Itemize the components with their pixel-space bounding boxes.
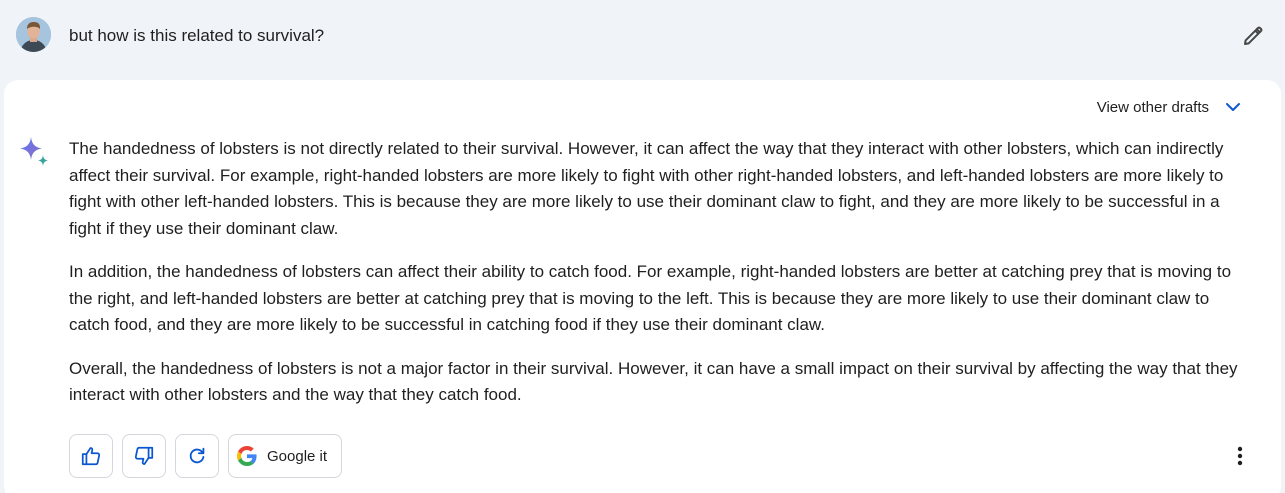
pencil-icon [1244, 26, 1263, 45]
google-it-button[interactable]: Google it [228, 434, 343, 478]
thumbs-up-icon [81, 447, 101, 466]
thumbs-up-button[interactable] [69, 434, 113, 478]
gemini-spark-icon [16, 135, 52, 171]
google-it-label: Google it [267, 447, 328, 465]
more-options-button[interactable] [1226, 438, 1254, 474]
google-g-icon [237, 446, 257, 466]
user-avatar-icon [16, 17, 51, 52]
response-text: The handedness of lobsters is not direct… [69, 136, 1249, 426]
thumbs-down-button[interactable] [122, 434, 166, 478]
edit-prompt-button[interactable] [1237, 20, 1269, 52]
thumbs-down-icon [134, 446, 154, 465]
regenerate-button[interactable] [175, 434, 219, 478]
chat-page: but how is this related to survival? Vie… [0, 0, 1285, 493]
response-actions: Google it [69, 434, 343, 478]
user-avatar [16, 17, 51, 52]
more-vert-icon [1237, 446, 1243, 466]
refresh-icon [189, 447, 205, 464]
view-other-drafts-button[interactable]: View other drafts [1097, 96, 1243, 118]
response-paragraph: The handedness of lobsters is not direct… [69, 139, 1224, 238]
user-prompt-text: but how is this related to survival? [69, 26, 325, 45]
response-paragraph: Overall, the handedness of lobsters is n… [69, 358, 1238, 405]
response-card: View other drafts The handedness of lobs… [4, 80, 1281, 493]
response-paragraph: In addition, the handedness of lobsters … [69, 262, 1232, 334]
view-other-drafts-label: View other drafts [1096, 98, 1209, 116]
user-prompt-row: but how is this related to survival? [0, 0, 1285, 72]
chevron-down-icon [1226, 103, 1240, 111]
